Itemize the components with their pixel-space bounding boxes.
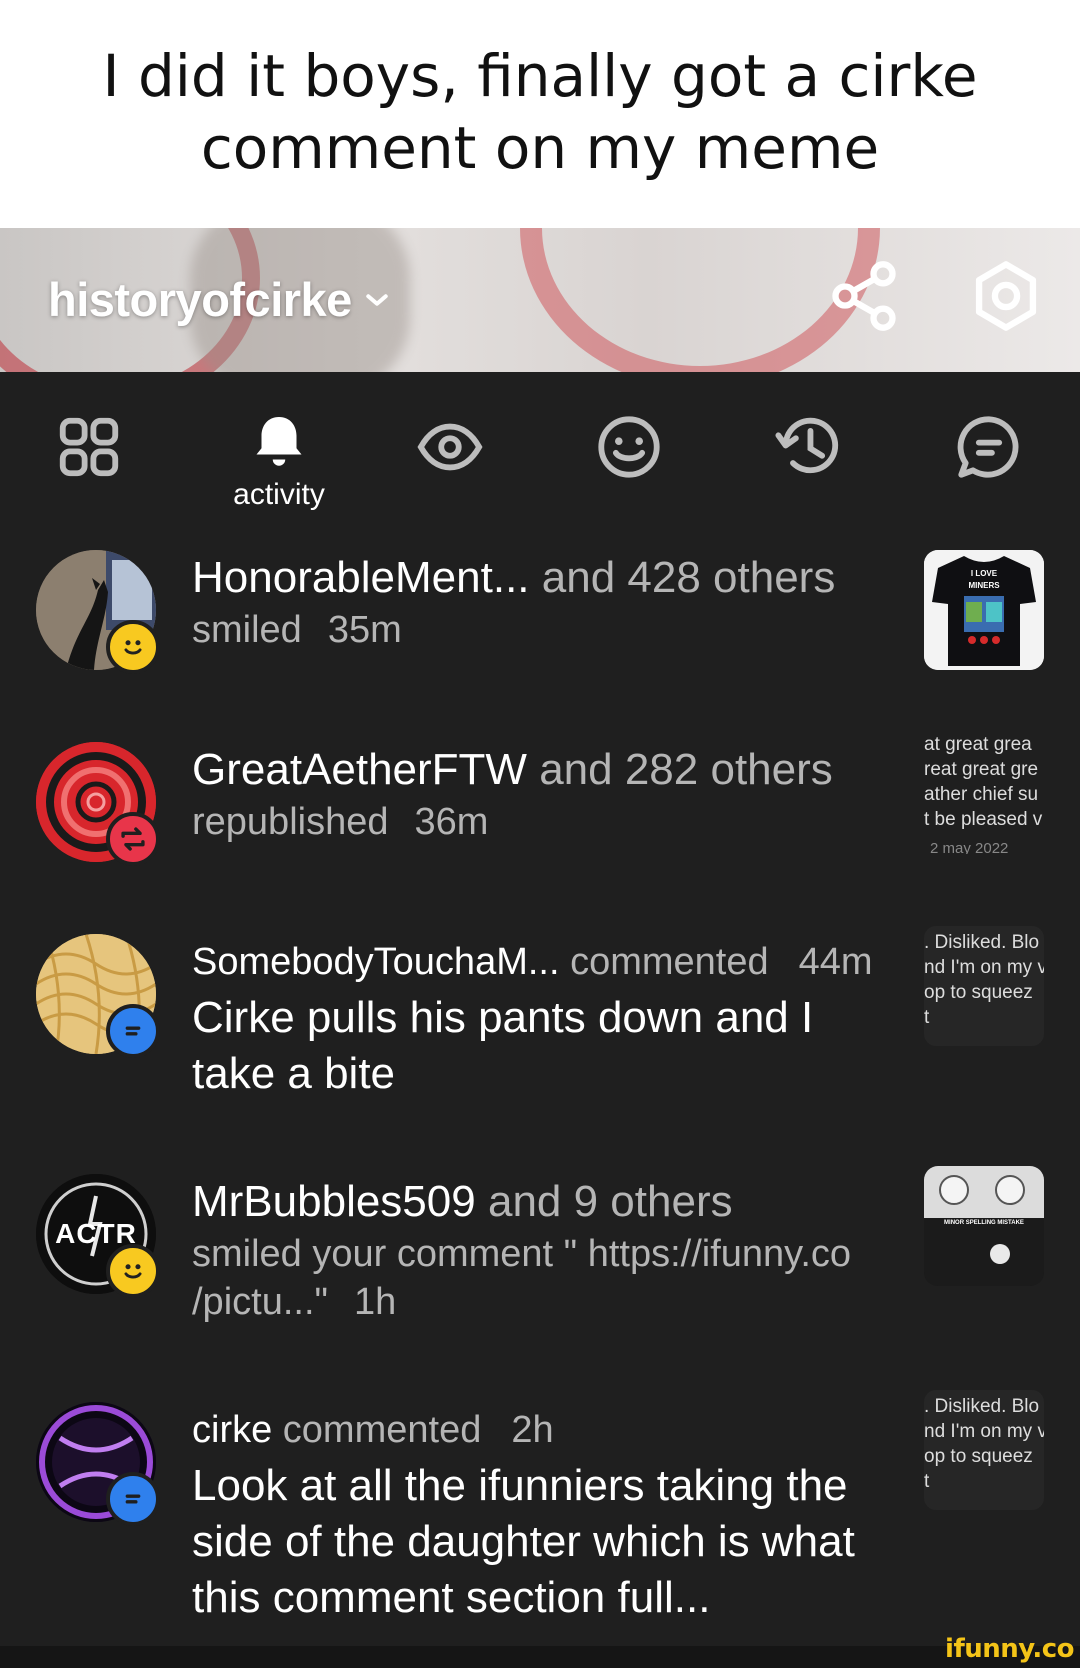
activity-others: and 428 others: [541, 553, 836, 602]
thumbnail-text-line: t: [924, 1471, 930, 1492]
share-icon[interactable]: [826, 258, 902, 334]
activity-action: commented: [570, 941, 769, 983]
thumbnail-text-line: t be pleased v: [924, 809, 1043, 830]
tab-comments[interactable]: [944, 412, 1034, 512]
smiley-badge-icon: [106, 620, 160, 674]
thumbnail-text-line: . Disliked. Blo: [924, 932, 1040, 953]
account-switcher[interactable]: historyofcirke: [48, 272, 392, 327]
activity-user[interactable]: GreatAetherFTW: [192, 745, 527, 794]
thumbnail-text-line: nd I'm on my v: [924, 957, 1044, 978]
thumbnail-text: I LOVE MINERS: [968, 569, 1000, 590]
bell-icon: [256, 417, 302, 466]
meme-caption: I did it boys, finally got a cirke comme…: [0, 0, 1080, 228]
activity-time: 1h: [354, 1281, 397, 1323]
thumbnail-text-line: ather chief su: [924, 784, 1039, 805]
post-thumbnail[interactable]: at great grea reat great gre ather chief…: [924, 728, 1044, 854]
comment-badge-icon: [106, 1004, 160, 1058]
activity-action: republished: [192, 801, 389, 843]
comment-badge-icon: [106, 1472, 160, 1526]
tab-grid[interactable]: [44, 412, 134, 512]
post-thumbnail[interactable]: . Disliked. Blo nd I'm on my v op to squ…: [924, 926, 1044, 1046]
thumbnail-text-line: t: [924, 1007, 930, 1028]
post-thumbnail[interactable]: . Disliked. Blo nd I'm on my v op to squ…: [924, 1390, 1044, 1510]
settings-icon[interactable]: [968, 258, 1044, 334]
activity-action: commented: [282, 1409, 482, 1451]
tab-smiles[interactable]: [584, 412, 674, 512]
comment-text: Look at all the ifunniers taking the sid…: [192, 1461, 855, 1622]
activity-text: SomebodyTouchaM... commented 44m Cirke pu…: [192, 934, 892, 1102]
activity-text: GreatAetherFTW and 282 others republishe…: [192, 742, 892, 846]
activity-user[interactable]: HonorableMent...: [192, 553, 530, 602]
profile-header: historyofcirke: [0, 228, 1080, 372]
activity-text: HonorableMent... and 428 others smiled 35…: [192, 550, 892, 654]
activity-time: 44m: [798, 941, 873, 983]
chevron-down-icon: [366, 293, 388, 306]
activity-time: 2h: [511, 1409, 554, 1451]
username: historyofcirke: [48, 273, 352, 326]
tab-views[interactable]: [405, 412, 495, 512]
history-icon: [775, 417, 839, 474]
manga-image: [924, 1166, 1044, 1286]
activity-time: 35m: [327, 609, 402, 651]
chat-bubble-icon: [957, 416, 1019, 478]
thumbnail-text: MINOR SPELLING MISTAKE: [944, 1220, 1024, 1226]
post-thumbnail[interactable]: I LOVE MINERS: [924, 550, 1044, 670]
activity-action: smiled: [192, 609, 302, 651]
tab-activity[interactable]: activity: [224, 412, 334, 512]
activity-time: 36m: [414, 801, 489, 843]
thumbnail-text-line: nd I'm on my v: [924, 1421, 1044, 1442]
republish-badge-icon: [106, 812, 160, 866]
activity-others: and 9 others: [487, 1177, 733, 1226]
activity-text: cirke commented 2h Look at all the ifunni…: [192, 1402, 892, 1626]
activity-user[interactable]: SomebodyTouchaM...: [192, 941, 560, 983]
thumbnail-text-line: op to squeez: [924, 982, 1033, 1003]
eye-icon: [417, 423, 483, 471]
bottom-strip: [0, 1646, 1080, 1668]
thumbnail-text-line: reat great gre: [924, 759, 1039, 780]
smiley-icon: [598, 416, 660, 478]
thumbnail-text-line: . Disliked. Blo: [924, 1396, 1040, 1417]
smiley-badge-icon: [106, 1244, 160, 1298]
post-thumbnail[interactable]: MINOR SPELLING MISTAKE: [924, 1166, 1044, 1286]
tab-history[interactable]: [764, 412, 854, 512]
profile-tab-bar: activity: [0, 372, 1080, 522]
grid-icon: [59, 417, 119, 477]
activity-user[interactable]: MrBubbles509: [192, 1177, 476, 1226]
watermark: ifunny.co: [945, 1634, 1074, 1664]
tab-activity-label: activity: [233, 478, 325, 511]
activity-text: MrBubbles509 and 9 others smiled your co…: [192, 1174, 892, 1326]
activity-others: and 282 others: [539, 745, 833, 794]
comment-text: Cirke pulls his pants down and I take a …: [192, 993, 814, 1098]
activity-action: smiled your comment " https://ifunny.co …: [192, 1233, 852, 1323]
thumbnail-text-line: at great grea: [924, 734, 1032, 755]
thumbnail-date: 2 may 2022: [930, 840, 1009, 854]
activity-user[interactable]: cirke: [192, 1409, 272, 1451]
thumbnail-text-line: op to squeez: [924, 1446, 1033, 1467]
